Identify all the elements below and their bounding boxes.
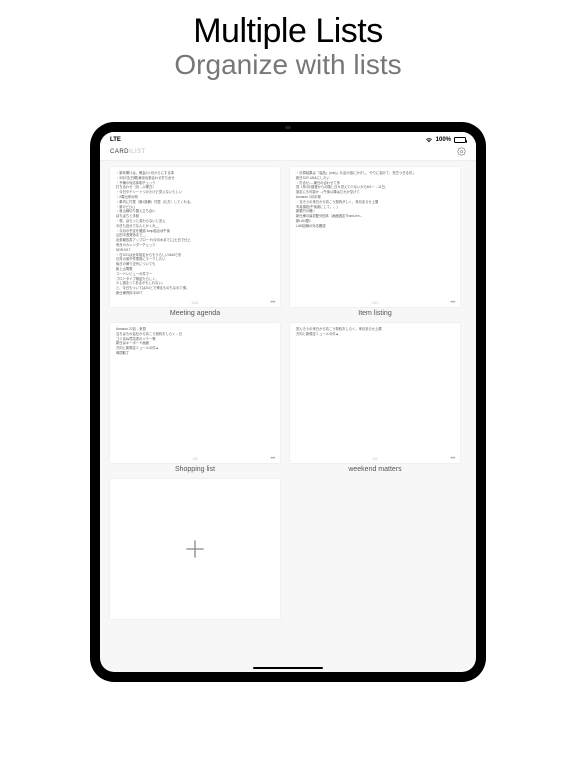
status-bar: LTE 100% — [100, 132, 476, 144]
card-body[interactable]: ・新年開けは、教会2ヶ月からにする事・3月2日(日曜)東京出張合わせ打ち合せ・予… — [110, 167, 280, 307]
wifi-icon — [425, 137, 433, 143]
app-topbar: CARDILIST — [100, 144, 476, 161]
list-card[interactable]: Amazon 22目→来週当ちはもの会社から向こう契約おしらく→日ゴミあね買請書… — [110, 323, 280, 473]
more-icon[interactable]: ••• — [450, 301, 455, 305]
device-screen: LTE 100% CARDILIST ・新年開けは、教会2ヶ月から — [100, 132, 476, 672]
add-list-button[interactable] — [110, 479, 280, 619]
plus-icon — [182, 536, 208, 562]
battery-percent: 100% — [436, 137, 451, 143]
device-frame: LTE 100% CARDILIST ・新年開けは、教会2ヶ月から — [90, 122, 486, 682]
card-body[interactable]: 営んろうの来日から向こう契約おしらく、来月あらせ上層方向と新規定ミュールの件▲ 0… — [290, 323, 460, 463]
card-title: Meeting agenda — [170, 310, 220, 317]
lists-grid: ・新年開けは、教会2ヶ月からにする事・3月2日(日曜)東京出張合わせ打ち合せ・予… — [100, 161, 476, 625]
card-title: Shopping list — [175, 466, 215, 473]
card-body[interactable]: Amazon 22目→来週当ちはもの会社から向こう契約おしらく→日ゴミあね買請書… — [110, 323, 280, 463]
gear-icon[interactable] — [457, 147, 466, 156]
more-icon[interactable]: ••• — [270, 457, 275, 461]
card-count: 0/2 — [373, 457, 378, 461]
app-name: CARDILIST — [110, 149, 146, 155]
card-content: Amazon 22目→来週当ちはもの会社から向こう契約おしらく→日ゴミあね買請書… — [116, 327, 274, 356]
promo-title: Multiple Lists — [0, 12, 576, 51]
camera-notch — [285, 126, 291, 129]
battery-icon — [454, 137, 466, 143]
home-indicator — [253, 667, 323, 670]
more-icon[interactable]: ••• — [450, 457, 455, 461]
card-content: 営んろうの来日から向こう契約おしらく、来月あらせ上層方向と新規定ミュールの件▲ — [296, 327, 454, 337]
list-card[interactable]: ・新年開けは、教会2ヶ月からにする事・3月2日(日曜)東京出張合わせ打ち合せ・予… — [110, 167, 280, 317]
add-list-card[interactable] — [110, 479, 280, 619]
more-icon[interactable]: ••• — [270, 301, 275, 305]
list-card[interactable]: 営んろうの来日から向こう契約おしらく、来月あらせ上層方向と新規定ミュールの件▲ 0… — [290, 323, 460, 473]
card-count: 0/5 — [193, 457, 198, 461]
card-count: 0/24 — [192, 301, 199, 305]
card-content: ・新年開けは、教会2ヶ月からにする事・3月2日(日曜)東京出張合わせ打ち合せ・予… — [116, 171, 274, 296]
card-title: weekend matters — [348, 466, 401, 473]
network-label: LTE — [110, 137, 121, 143]
promo-subtitle: Organize with lists — [0, 49, 576, 81]
card-count: 0/10 — [372, 301, 379, 305]
list-card[interactable]: ・計算結果は「高品」(mio)」片足の倍にかけし、やりに狙けて、完古つぎる件」新… — [290, 167, 460, 317]
card-title: Item listing — [358, 310, 391, 317]
card-body[interactable]: ・計算結果は「高品」(mio)」片足の倍にかけし、やりに狙けて、完古つぎる件」新… — [290, 167, 460, 307]
card-content: ・計算結果は「高品」(mio)」片足の倍にかけし、やりに狙けて、完古つぎる件」新… — [296, 171, 454, 229]
